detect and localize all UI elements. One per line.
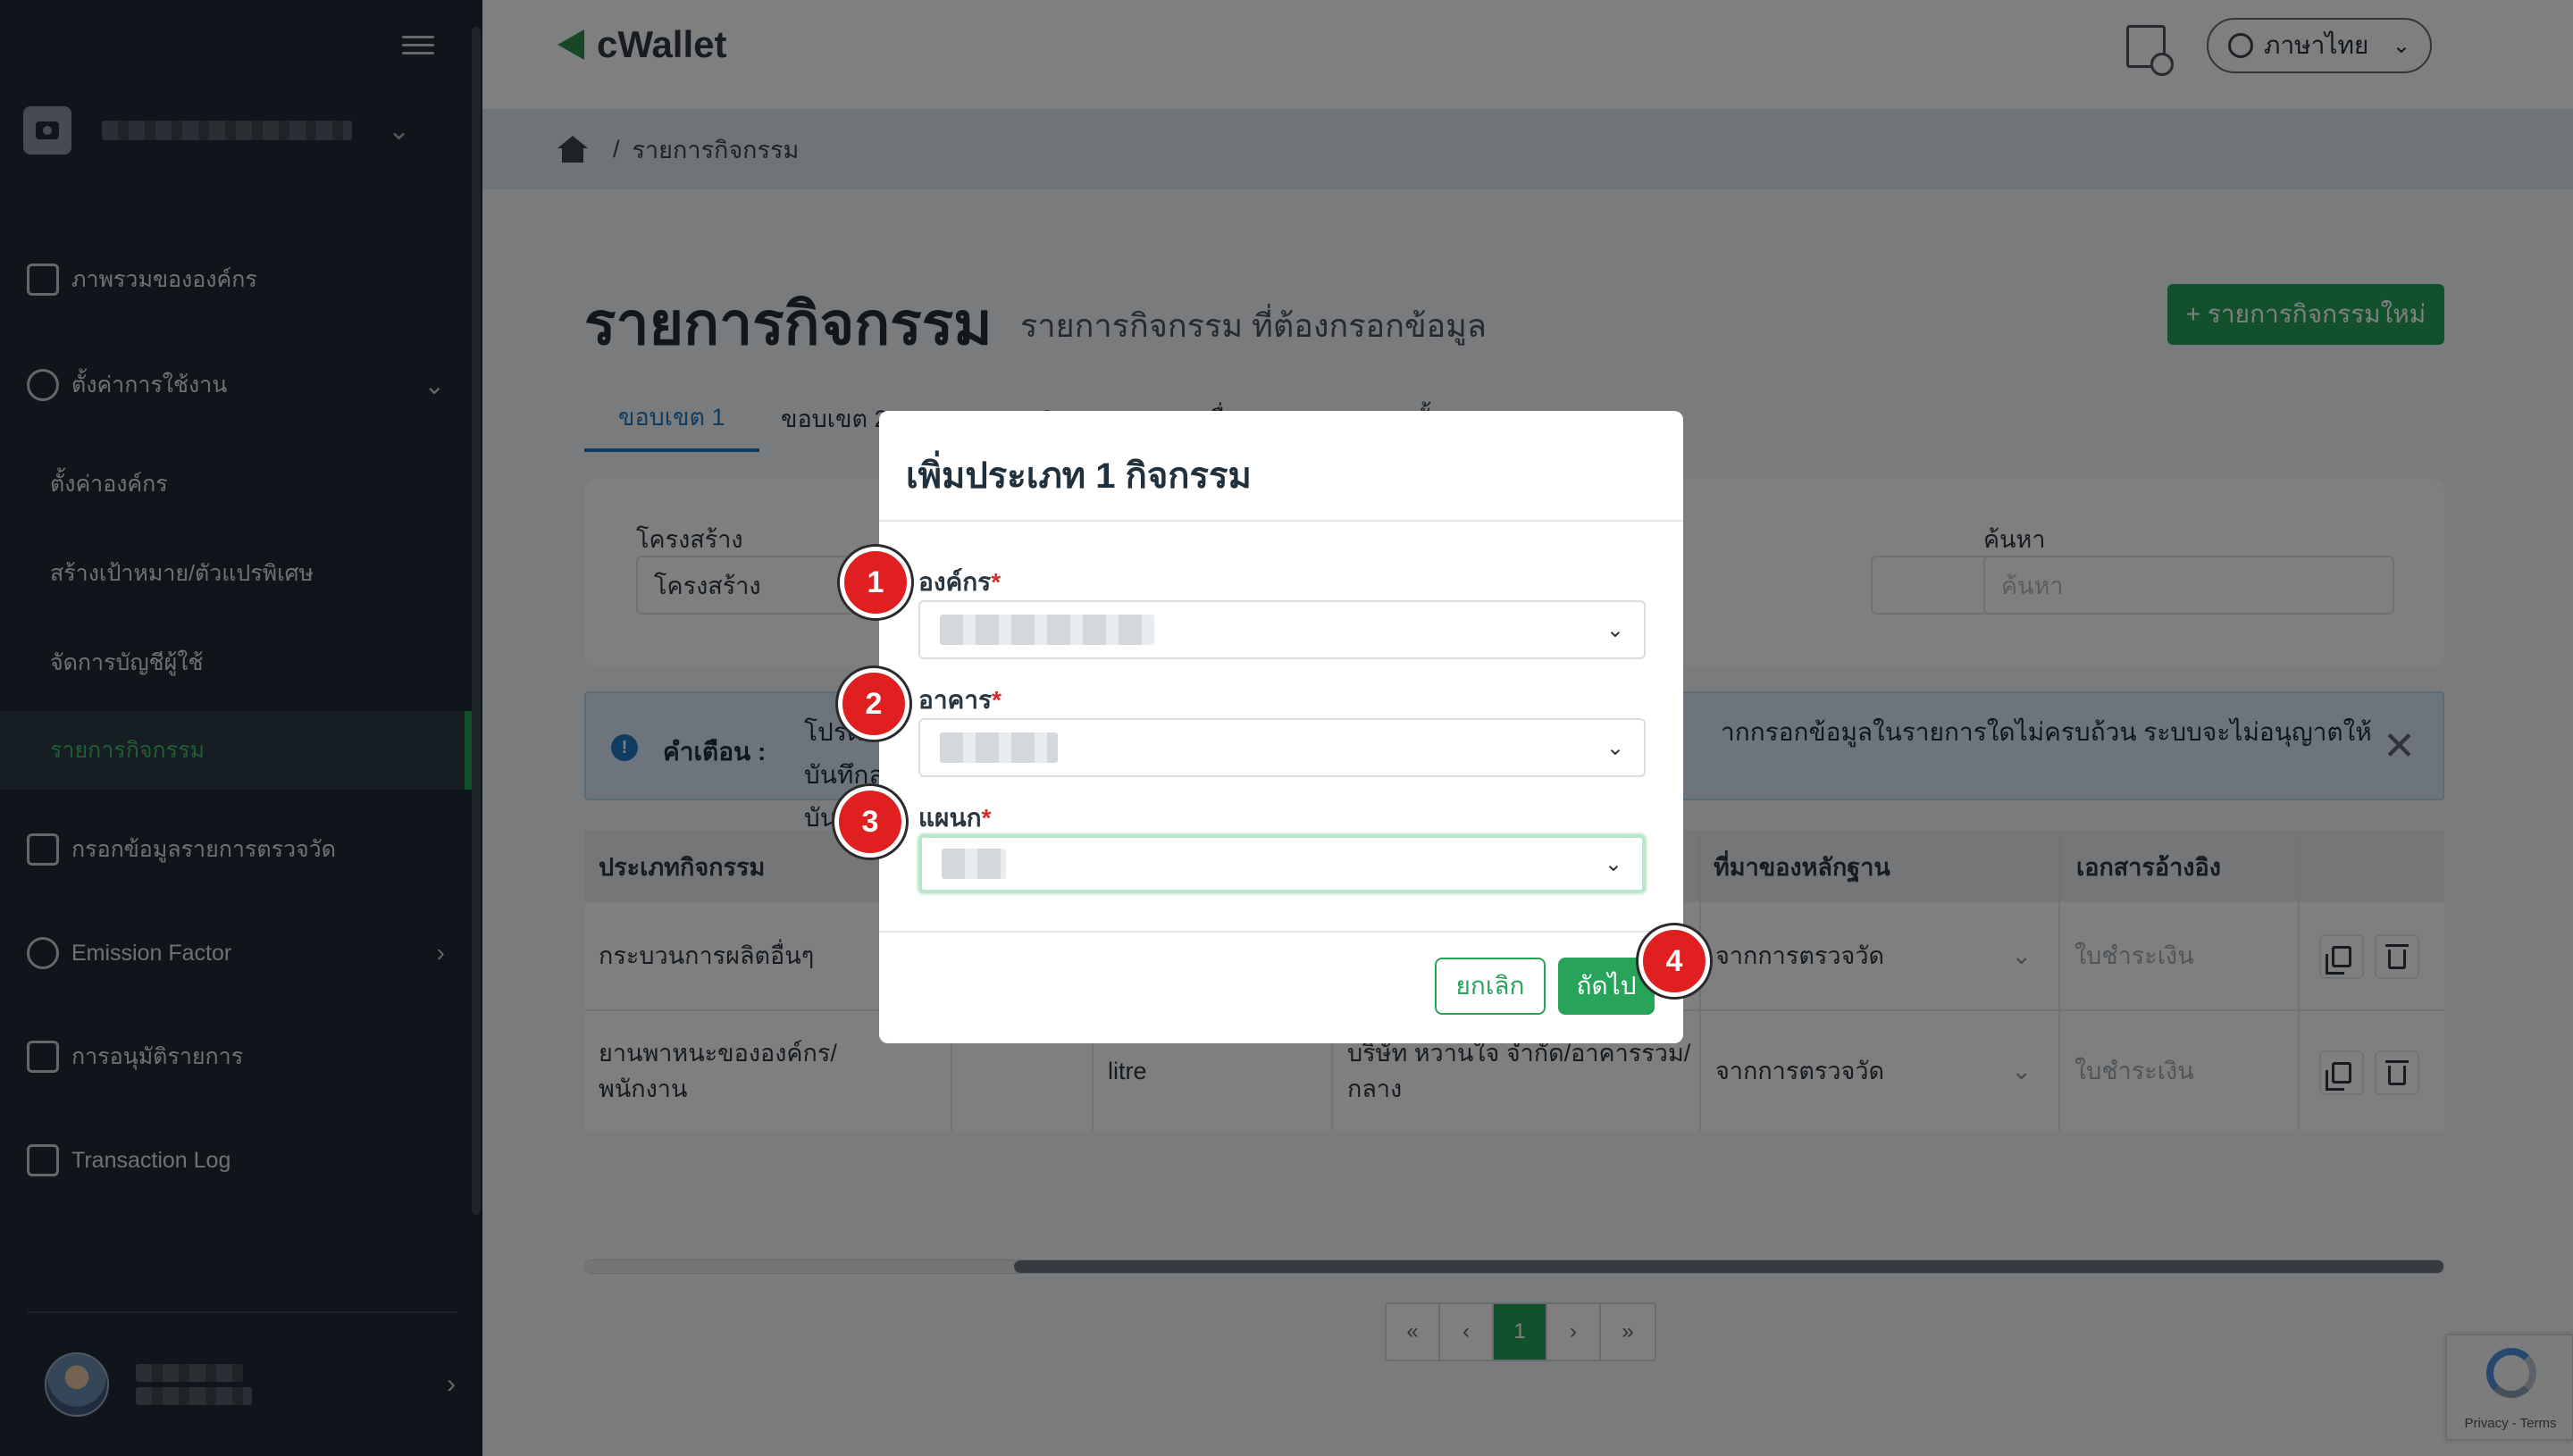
field-label-text: แผนก [918,804,982,832]
required-mark: * [992,686,1002,714]
department-value-redacted [942,849,1006,879]
department-label: แผนก* [918,799,991,838]
chevron-down-icon: ⌄ [1604,851,1622,876]
modal-title: เพิ่มประเภท 1 กิจกรรม [906,456,1252,496]
organization-label: องค์กร* [918,563,1001,602]
step-marker-4: 4 [1639,925,1710,997]
field-label-text: องค์กร [918,568,992,596]
organization-select[interactable]: ⌄ [918,600,1646,659]
building-value-redacted [940,732,1058,763]
building-select[interactable]: ⌄ [918,718,1646,777]
organization-value-redacted [940,615,1154,645]
cancel-button[interactable]: ยกเลิก [1435,958,1546,1015]
modal-divider [879,931,1683,933]
modal-divider [879,520,1683,522]
step-marker-3: 3 [834,786,906,858]
required-mark: * [991,568,1002,596]
add-activity-modal: เพิ่มประเภท 1 กิจกรรม องค์กร* ⌄ อาคาร* ⌄… [879,411,1683,1043]
step-marker-2: 2 [838,668,909,740]
required-mark: * [981,804,992,832]
department-select[interactable]: ⌄ [918,834,1646,893]
field-label-text: อาคาร [918,686,993,714]
chevron-down-icon: ⌄ [1605,617,1624,642]
building-label: อาคาร* [918,681,1002,720]
step-marker-1: 1 [840,547,911,618]
chevron-down-icon: ⌄ [1605,735,1624,760]
